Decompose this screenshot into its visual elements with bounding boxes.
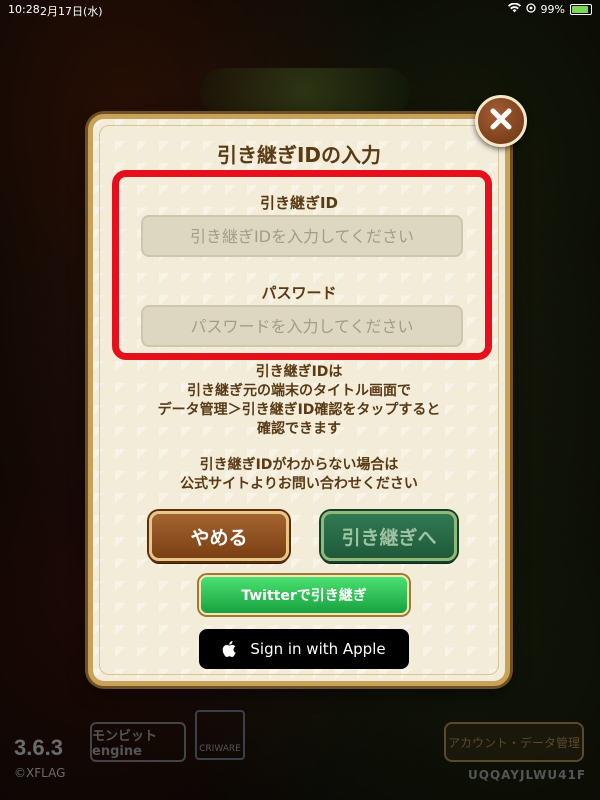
info-line-4: 確認できます <box>257 421 341 437</box>
info-line-5: 引き継ぎIDがわからない場合は <box>199 457 399 473</box>
account-data-button[interactable]: アカウント・データ管理 <box>444 722 584 762</box>
battery-icon <box>570 4 592 15</box>
status-time: 10:28 <box>8 3 40 16</box>
info-line-6: 公式サイトよりお問い合わせください <box>180 476 418 492</box>
location-icon <box>525 3 536 16</box>
app-version: 3.6.3 <box>14 735 63 760</box>
highlight-box <box>112 170 492 360</box>
status-date: 2月17日(水) <box>40 5 103 18</box>
sign-in-with-apple-button[interactable]: Sign in with Apple <box>199 629 409 669</box>
wifi-icon <box>507 2 521 16</box>
info-line-1: 引き継ぎIDは <box>255 364 343 380</box>
engine-logo: モンビット engine <box>90 722 186 762</box>
close-icon <box>489 104 513 139</box>
apple-button-label: Sign in with Apple <box>250 640 386 658</box>
info-line-3: データ管理＞引き継ぎID確認をタップすると <box>157 402 441 418</box>
dialog-title: 引き継ぎIDの入力 <box>216 143 382 167</box>
status-bar: 10:28 2月17日(水) 99% <box>0 0 600 18</box>
apple-icon <box>222 641 236 657</box>
cancel-button[interactable]: やめる <box>149 511 289 561</box>
status-right: 99% <box>507 2 592 16</box>
proceed-transfer-button[interactable]: 引き継ぎへ <box>321 511 457 561</box>
criware-logo: CRIWARE <box>195 710 245 760</box>
twitter-transfer-button[interactable]: Twitterで引き継ぎ <box>199 575 409 615</box>
battery-percent: 99% <box>540 3 565 16</box>
copyright: ©XFLAG <box>14 766 66 780</box>
info-line-2: 引き継ぎ元の端末のタイトル画面で <box>187 383 411 399</box>
user-code: UQQAYJLWU41F <box>468 768 587 782</box>
close-button[interactable] <box>475 95 527 147</box>
